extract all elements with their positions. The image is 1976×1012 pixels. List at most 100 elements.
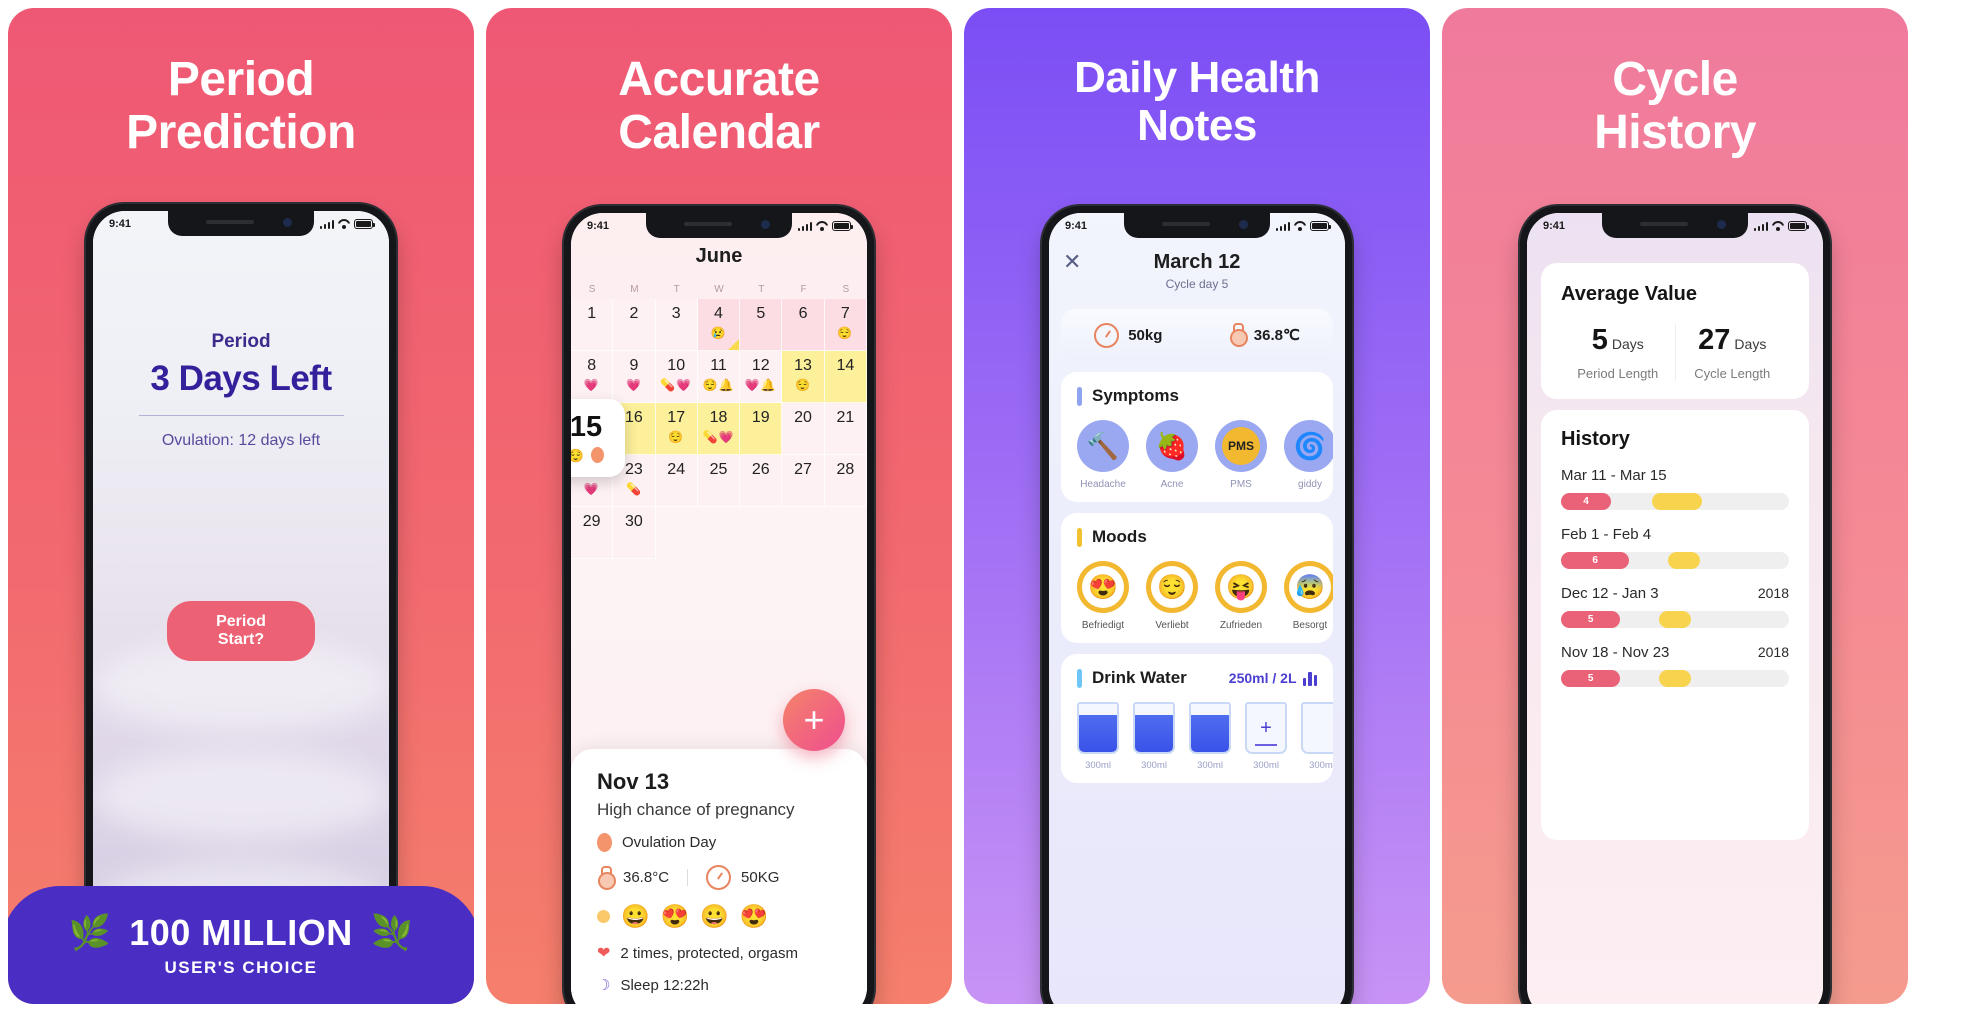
mood-item[interactable]: 😰 Besorgt <box>1284 561 1333 631</box>
symptom-item[interactable]: 🌀 giddy <box>1284 420 1333 490</box>
calendar-day-cell[interactable]: 1 <box>571 299 614 351</box>
calendar-day-cell[interactable]: 7 😌 <box>824 299 867 351</box>
calendar-day-cell[interactable]: 27 <box>782 455 825 507</box>
day-markers: 💗 <box>625 378 642 392</box>
front-camera-icon <box>283 218 292 227</box>
history-item[interactable]: Mar 11 - Mar 15 4 <box>1561 467 1789 510</box>
moods-title: Moods <box>1092 527 1147 546</box>
history-card: History Mar 11 - Mar 15 4 Feb 1 - Feb 4 6 De… <box>1541 410 1809 840</box>
water-glass-item[interactable]: 300ml <box>1077 702 1119 771</box>
mood-item[interactable]: 😝 Zufrieden <box>1215 561 1267 631</box>
calendar-day-cell[interactable]: 11 😌🔔 <box>697 351 741 403</box>
water-glass-item[interactable]: 300ml <box>1301 702 1333 771</box>
period-start-button[interactable]: Period Start? <box>167 601 315 661</box>
close-icon[interactable]: ✕ <box>1063 251 1081 273</box>
header-date: March 12 <box>1153 251 1241 273</box>
header-cycle-day: Cycle day 5 <box>1165 277 1229 291</box>
moods-icon-row[interactable]: 😍 Befriedigt 😌 Verliebt 😝 Zufrieden 😰 Besorgt <box>1077 561 1333 631</box>
symptoms-icon-row[interactable]: 🔨 Headache 🍓 Acne PMS PMS 🌀 giddy <box>1077 420 1333 490</box>
panel-headline: Accurate Calendar <box>618 53 820 159</box>
calendar-day-cell[interactable]: 29 <box>571 507 614 559</box>
calendar-day-cell[interactable]: 9 💗 <box>613 351 656 403</box>
notch <box>168 211 314 236</box>
symptom-icon: 🌀 <box>1284 420 1333 472</box>
calendar-day-cell[interactable]: 5 <box>740 299 783 351</box>
calendar-day-cell[interactable]: 17 😌 <box>655 403 698 455</box>
calendar-day-cell[interactable]: 4 😢 <box>697 299 741 351</box>
day-detail-card: Nov 13 High chance of pregnancy Ovulatio… <box>571 749 867 1004</box>
divider <box>687 869 689 886</box>
history-item[interactable]: Dec 12 - Jan 3 2018 5 <box>1561 585 1789 628</box>
fertile-bar-segment <box>1659 611 1691 628</box>
wifi-icon <box>816 221 828 231</box>
add-entry-fab[interactable]: + <box>783 689 845 751</box>
calendar-day-cell[interactable]: 13 😌 <box>782 351 825 403</box>
detail-moods-row: 😀 😍 😀 😍 <box>597 903 841 930</box>
calendar-day-cell[interactable]: 19 <box>740 403 783 455</box>
ovulation-dot-icon <box>591 446 605 463</box>
speaker-icon <box>206 220 254 224</box>
history-item[interactable]: Nov 18 - Nov 23 2018 5 <box>1561 644 1789 687</box>
calendar-day-cell[interactable]: 6 <box>782 299 825 351</box>
fertile-corner-icon <box>728 339 740 350</box>
mood-item[interactable]: 😌 Verliebt <box>1146 561 1198 631</box>
phone-screen: 9:41 Average Value 5 Days Period Length … <box>1527 213 1823 1004</box>
panel-headline: Daily Health Notes <box>1074 53 1320 151</box>
weight-stat[interactable]: 50kg <box>1094 322 1162 348</box>
water-glasses-row[interactable]: 300ml300ml300ml+300ml300ml300ml <box>1077 702 1333 771</box>
symptom-item[interactable]: 🍓 Acne <box>1146 420 1198 490</box>
detail-subtitle: High chance of pregnancy <box>597 800 795 819</box>
weekday-label-2: T <box>673 284 680 295</box>
calendar-day-cell[interactable]: 10 💊💗 <box>655 351 698 403</box>
symptoms-card: Symptoms 🔨 Headache 🍓 Acne PMS PMS 🌀 giddy <box>1061 372 1333 502</box>
calendar-day-cell[interactable]: 14 <box>824 351 867 403</box>
cycle-history-screen: 9:41 Average Value 5 Days Period Length … <box>1527 213 1823 1004</box>
day-markers: 💊💗 <box>660 378 693 392</box>
status-indicators <box>797 221 853 231</box>
calendar-day-cell[interactable]: 26 <box>740 455 783 507</box>
calendar-day-cell[interactable]: 3 <box>655 299 698 351</box>
calendar-day-cell[interactable]: 20 <box>782 403 825 455</box>
mood-item[interactable]: 😍 Befriedigt <box>1077 561 1129 631</box>
selected-day-chip[interactable]: 15 😌 <box>571 399 625 477</box>
status-time: 9:41 <box>587 220 610 232</box>
calendar-day-cell[interactable]: 2 <box>613 299 656 351</box>
calendar-day-cell[interactable]: 24 <box>655 455 698 507</box>
ovulation-dot-icon <box>597 833 612 852</box>
glass-label: 300ml <box>1085 760 1111 771</box>
battery-icon <box>1310 221 1331 231</box>
detail-intimacy-text: 2 times, protected, orgasm <box>620 944 798 962</box>
period-length-label: Period Length <box>1577 366 1659 381</box>
promo-panel-accurate-calendar: Accurate Calendar 9:41 June S M T W T F … <box>486 8 952 1004</box>
moods-card: Moods 😍 Befriedigt 😌 Verliebt 😝 Zufrieden 😰 Bes… <box>1061 513 1333 643</box>
battery-icon <box>354 219 375 229</box>
calendar-day-cell[interactable]: 30 <box>613 507 656 559</box>
symptom-icon: 🍓 <box>1146 420 1198 472</box>
front-camera-icon <box>1717 220 1726 229</box>
calendar-day-cell[interactable]: 21 <box>824 403 867 455</box>
water-glass-item[interactable]: +300ml <box>1245 702 1287 771</box>
water-glass-item[interactable]: 300ml <box>1133 702 1175 771</box>
calendar-day-cell[interactable]: 25 <box>697 455 741 507</box>
temperature-stat[interactable]: 36.8℃ <box>1229 323 1300 347</box>
history-item[interactable]: Feb 1 - Feb 4 6 <box>1561 526 1789 569</box>
calendar-weekday-header: SMTWTFS <box>571 284 867 295</box>
day-number: 27 <box>794 461 812 478</box>
day-number: 6 <box>798 305 808 322</box>
mood-icon: 😌 <box>1146 561 1198 613</box>
icon-label: Befriedigt <box>1081 620 1125 631</box>
calendar-day-cell[interactable]: 28 <box>824 455 867 507</box>
calendar-day-cell[interactable]: 12 💗🔔 <box>740 351 783 403</box>
symptom-item[interactable]: PMS PMS <box>1215 420 1267 490</box>
water-title-row: Drink Water <box>1077 668 1187 688</box>
day-number: 11 <box>710 357 727 374</box>
calendar-day-cell[interactable]: 8 💗 <box>571 351 614 403</box>
water-glass-item[interactable]: 300ml <box>1189 702 1231 771</box>
laurel-branch-icon: 🌿 <box>68 914 112 952</box>
calendar-day-cell[interactable]: 18 💊💗 <box>697 403 741 455</box>
detail-temperature: 36.8°C <box>623 869 670 886</box>
day-number: 13 <box>794 357 812 374</box>
water-amount-group[interactable]: 250ml / 2L <box>1229 670 1317 686</box>
water-title: Drink Water <box>1092 668 1187 687</box>
symptom-item[interactable]: 🔨 Headache <box>1077 420 1129 490</box>
